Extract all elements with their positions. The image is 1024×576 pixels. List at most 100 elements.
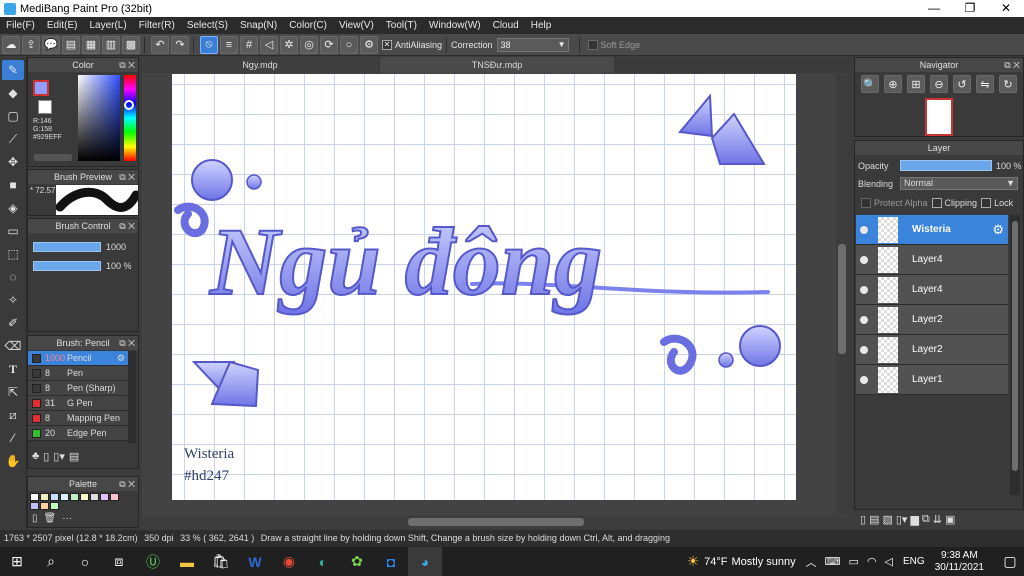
rectangle-tool-icon[interactable]: ▢ [2,106,24,126]
merge-layer-icon[interactable]: ⇊ [933,513,942,526]
vertical-scroll-thumb[interactable] [838,244,846,354]
layer-row[interactable]: Wisteria ⚙ [856,215,1008,245]
delete-palette-icon[interactable]: 🗑 [44,513,57,524]
circle-snap-icon[interactable]: ◎ [300,35,318,54]
minimize-button[interactable]: — [916,0,952,17]
menu-window[interactable]: Window(W) [423,20,487,31]
brush-list-item[interactable]: 8 Pen [28,366,128,381]
clipping-checkbox[interactable] [931,198,942,208]
network-icon[interactable]: ⌨ [825,555,841,568]
close-icon[interactable]: ⧉ ✕ [119,170,135,184]
file-explorer-icon[interactable]: ▬ [170,547,204,576]
canvas-vertical-scrollbar[interactable] [836,74,848,514]
maximize-button[interactable]: ❐ [952,0,988,17]
redo-icon[interactable]: ↷ [171,35,189,54]
clock[interactable]: 9:38 AM 30/11/2021 [935,550,984,574]
lasso-select-icon[interactable]: ◌ [2,267,24,287]
snap-settings-icon[interactable]: ⚙ [360,35,378,54]
new-halftone-layer-icon[interactable]: ▤ [869,513,879,526]
close-icon[interactable]: ⧉ ✕ [119,219,135,233]
zoom-out-icon[interactable]: ⊖ [930,75,948,93]
medibang-taskbar-icon[interactable]: ◕ [408,547,442,576]
zoom-fit-icon[interactable]: ⊞ [907,75,925,93]
brush-size-slider[interactable] [33,242,101,252]
color-hue-bar[interactable] [124,75,136,161]
palette-more-icon[interactable]: ··· [62,513,72,524]
palette-swatch[interactable] [80,493,89,501]
volume-icon[interactable]: ◁ [885,555,893,568]
zoom-in-icon[interactable]: ⊕ [884,75,902,93]
wifi-icon[interactable]: ◠ [867,555,877,568]
new-8bit-layer-icon[interactable]: ▧ [882,513,892,526]
correction-select[interactable]: 38 ▼ [496,37,569,52]
weather-temp[interactable]: 74°F [704,556,727,568]
brush-list-item[interactable]: 1000 Pencil ⚙ [28,351,128,366]
brush-opacity-slider[interactable] [33,261,101,271]
eyedropper-tool-icon[interactable]: ⁄ [2,428,24,448]
lasso-tool-icon[interactable]: ⟋ [2,129,24,149]
greenapp-icon[interactable]: ✿ [340,547,374,576]
duplicate-layer-icon[interactable]: ⧉ [922,513,930,526]
hand-tool-icon[interactable]: ✋ [2,451,24,471]
brush-list-item[interactable]: 31 G Pen [28,396,128,411]
soft-edge-checkbox[interactable] [587,39,598,50]
hue-picker-handle[interactable] [124,100,134,110]
canvas-paper[interactable]: Ngủ đông Wisteria #hd247 [172,74,796,500]
menu-select[interactable]: Select(S) [181,20,234,31]
menu-filter[interactable]: Filter(R) [133,20,181,31]
zoom-app-icon[interactable]: ◘ [374,547,408,576]
antialiasing-checkbox[interactable]: ✕ [382,39,392,50]
layer-menu-icon[interactable]: ▯▾ [896,513,908,526]
rotate-right-icon[interactable]: ↻ [999,75,1017,93]
menu-tool[interactable]: Tool(T) [380,20,423,31]
menu-color[interactable]: Color(C) [283,20,333,31]
new-brush-icon[interactable]: ▯ [43,450,49,463]
notification-icon[interactable]: ▢ [996,547,1024,576]
color-sv-square[interactable] [78,75,120,161]
gear-icon[interactable]: ⚙ [117,353,125,364]
windows-start-icon[interactable]: ⊞ [0,547,34,576]
crisscross-snap-icon[interactable]: # [240,35,258,54]
close-icon[interactable]: ⧉ ✕ [1004,58,1020,72]
bucket-tool-icon[interactable]: ◈ [2,198,24,218]
close-icon[interactable]: ⧉ ✕ [119,336,135,350]
app-u-icon[interactable]: Ⓤ [136,547,170,576]
share-icon[interactable]: ⇪ [22,35,40,54]
palette-swatch[interactable] [40,493,49,501]
fill-rect-tool-icon[interactable]: ■ [2,175,24,195]
undo-icon[interactable]: ↶ [151,35,169,54]
background-color-swatch[interactable] [38,100,52,114]
menu-edit[interactable]: Edit(E) [41,20,84,31]
battery-icon[interactable]: ▭ [849,555,859,568]
palette-swatch[interactable] [50,493,59,501]
eye-icon[interactable] [860,255,868,264]
curve-snap-icon[interactable]: ⟳ [320,35,338,54]
move-tool-icon[interactable]: ✥ [2,152,24,172]
eraser-tool-icon[interactable]: ◆ [2,83,24,103]
weather-icon[interactable]: ☀ [682,547,704,576]
magic-wand-icon[interactable]: ✧ [2,290,24,310]
layer-opacity-slider[interactable] [900,160,992,171]
language-indicator[interactable]: ENG [903,556,925,567]
brush-menu-icon[interactable]: ▯▾ [53,450,65,463]
protect-alpha-checkbox[interactable] [861,198,871,208]
add-brush-icon[interactable]: ♣ [32,450,39,463]
operation-tool-icon[interactable]: ⇱ [2,382,24,402]
frame-divider-icon[interactable]: ⧄ [2,405,24,425]
parallel-snap-icon[interactable]: ≡ [220,35,238,54]
page-icon[interactable]: ▦ [82,35,100,54]
rotate-left-icon[interactable]: ↺ [953,75,971,93]
canvas-horizontal-scrollbar[interactable] [142,515,848,529]
close-icon[interactable]: ⧉ ✕ [119,58,135,72]
gradient-tool-icon[interactable]: ▭ [2,221,24,241]
layer-row[interactable]: Layer2 [856,305,1008,335]
eye-icon[interactable] [860,225,868,234]
layer-row[interactable]: Layer4 [856,245,1008,275]
select-tool-icon[interactable]: ⬚ [2,244,24,264]
select-pen-icon[interactable]: ✐ [2,313,24,333]
panels-icon[interactable]: ▥ [102,35,120,54]
select-eraser-icon[interactable]: ⌫ [2,336,24,356]
cloud-icon[interactable]: ☁ [2,35,20,54]
task-view-icon[interactable]: ⧈ [102,547,136,576]
palette-swatch[interactable] [100,493,109,501]
